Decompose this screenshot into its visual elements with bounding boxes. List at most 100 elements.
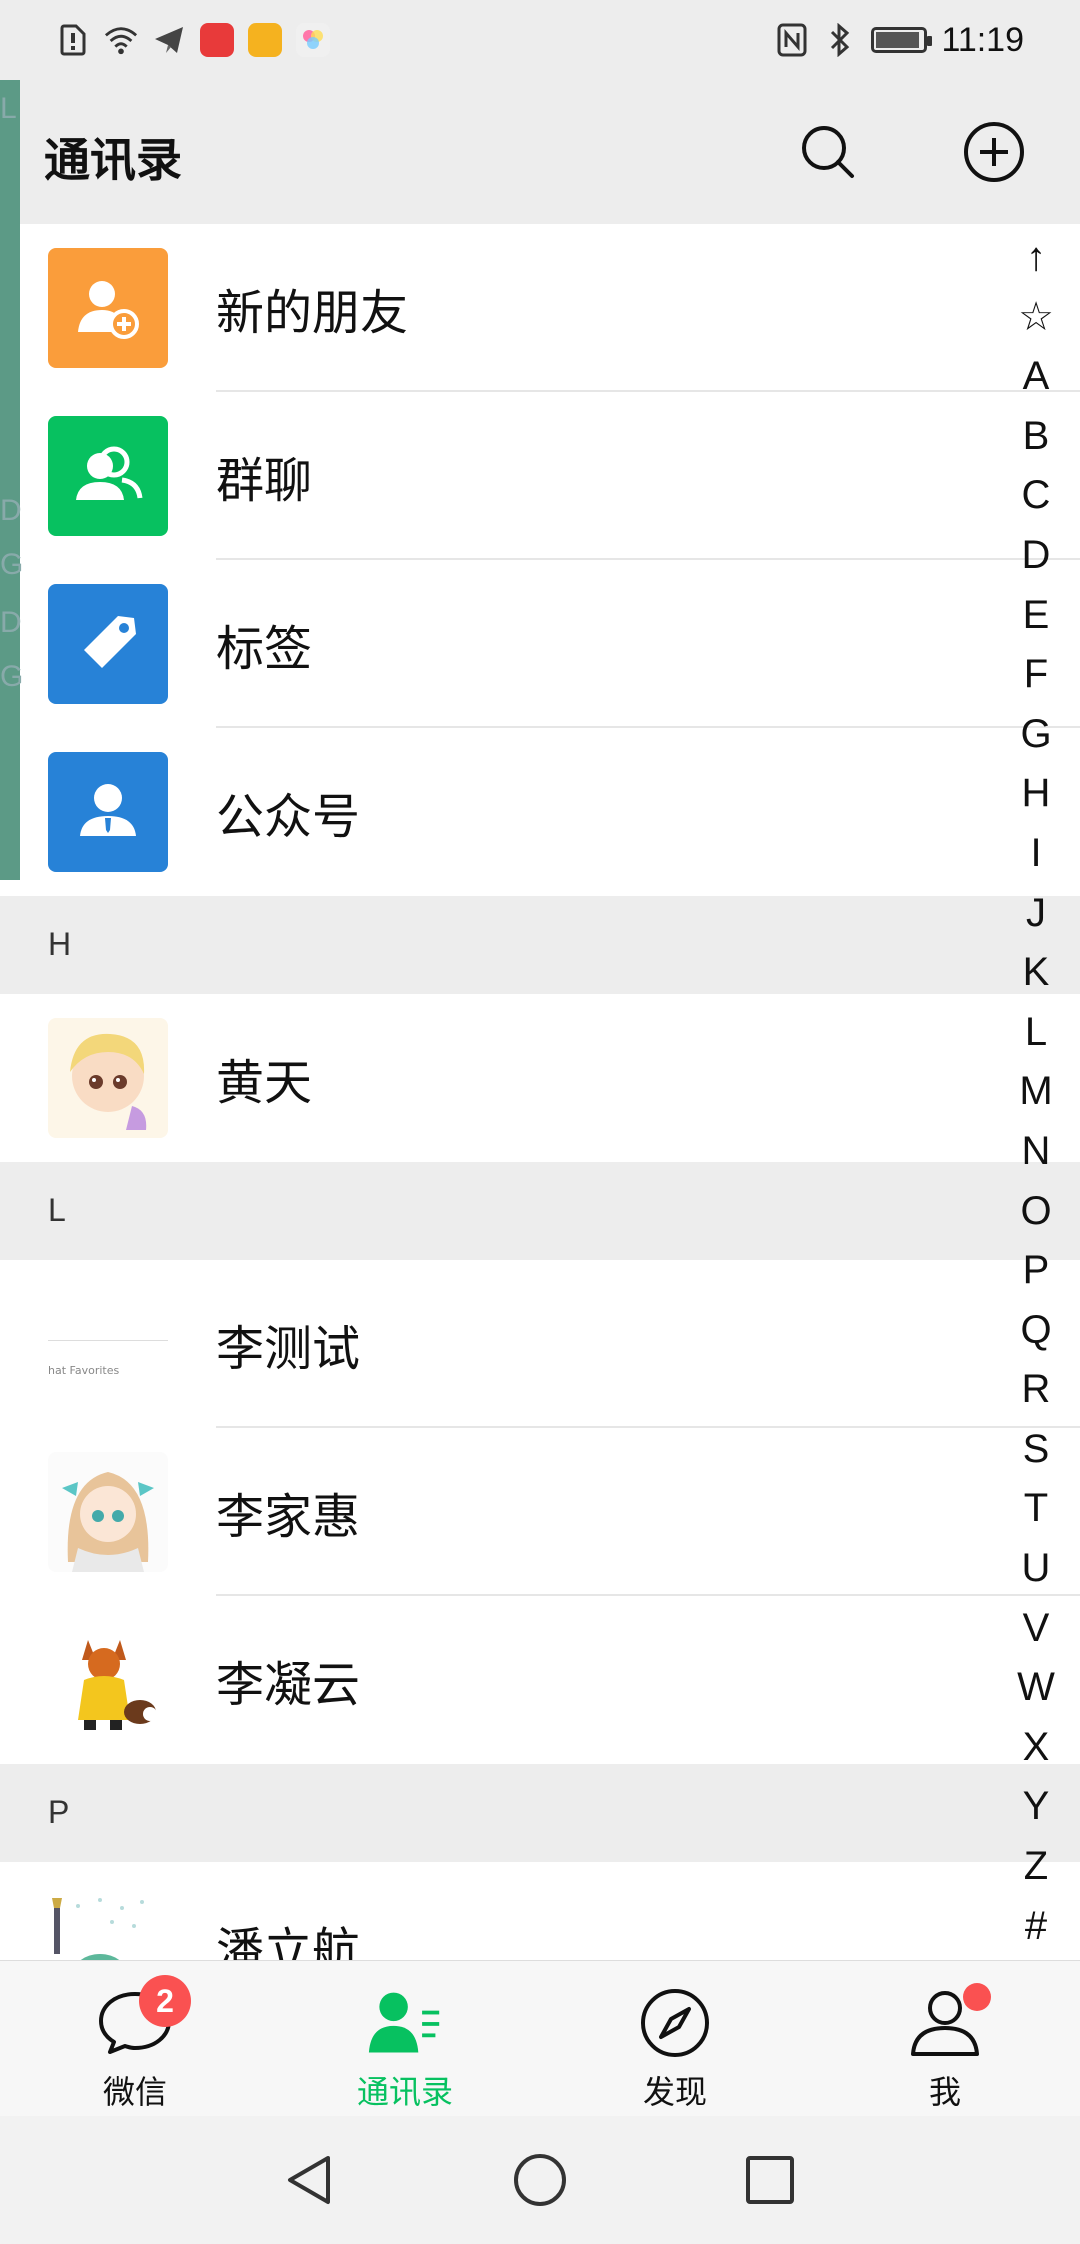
battery-level: [876, 32, 919, 48]
add-friend-icon: [78, 281, 139, 339]
edge-letter: L: [0, 92, 17, 125]
tag-icon: [84, 616, 136, 668]
new-friends-row[interactable]: 新的朋友: [0, 224, 1080, 392]
tags-tile: [48, 584, 168, 704]
tab-contacts[interactable]: 通讯录: [270, 1961, 540, 2116]
alert-icon: [56, 23, 90, 57]
home-button[interactable]: [504, 2144, 576, 2216]
compass-icon: [641, 1989, 709, 2057]
tab-me[interactable]: 我: [810, 1961, 1080, 2116]
contact-row[interactable]: 李凝云: [0, 1596, 1080, 1764]
contact-list[interactable]: 新的朋友 群聊 标签 公众号 H 黄天 L hat Favorites 李测试 …: [0, 224, 1080, 1960]
index-letter[interactable]: M: [1019, 1062, 1052, 1122]
status-left-icons: [56, 20, 330, 60]
section-letter: P: [48, 1794, 70, 1830]
add-button[interactable]: [962, 120, 1026, 184]
index-letter[interactable]: H: [1022, 764, 1051, 824]
fox-avatar: [48, 1620, 168, 1740]
index-letter[interactable]: I: [1030, 824, 1041, 884]
screenshot-avatar: hat Favorites: [48, 1284, 168, 1404]
index-letter[interactable]: P: [1023, 1241, 1050, 1301]
tab-label: 我: [928, 2073, 961, 2111]
index-letter[interactable]: X: [1023, 1718, 1050, 1778]
index-letter[interactable]: N: [1022, 1122, 1051, 1182]
search-button[interactable]: [796, 120, 860, 184]
wifi-icon: [104, 23, 138, 57]
index-letter[interactable]: A: [1023, 347, 1050, 407]
tab-label: 发现: [642, 2073, 707, 2111]
index-letter[interactable]: Z: [1024, 1837, 1048, 1897]
official-accounts-tile: [48, 752, 168, 872]
official-account-icon: [80, 784, 136, 836]
plus-circle-icon: [964, 122, 1024, 182]
tab-discover[interactable]: 发现: [540, 1961, 810, 2116]
tags-label: 标签: [216, 621, 313, 677]
index-letter[interactable]: ↑: [1026, 228, 1046, 288]
index-letter[interactable]: G: [1020, 705, 1051, 765]
contact-name: 李凝云: [216, 1657, 361, 1713]
tab-chats[interactable]: 2 微信: [0, 1961, 270, 2116]
yellow-app-icon: [248, 23, 282, 57]
group-chats-row[interactable]: 群聊: [0, 392, 1080, 560]
photos-icon: [296, 23, 330, 57]
official-accounts-row[interactable]: 公众号: [0, 728, 1080, 896]
dinosaur-avatar: [48, 1886, 168, 1960]
index-letter[interactable]: O: [1020, 1182, 1051, 1242]
index-letter[interactable]: T: [1024, 1479, 1048, 1539]
section-header-h: H: [0, 896, 1080, 994]
page-title: 通讯录: [44, 133, 182, 187]
index-letter[interactable]: C: [1022, 466, 1051, 526]
contact-name: 李测试: [216, 1321, 361, 1377]
index-letter[interactable]: E: [1023, 586, 1050, 646]
anime-girl-avatar: [48, 1452, 168, 1572]
contact-row[interactable]: 潘立航: [0, 1862, 1080, 1960]
contact-row[interactable]: hat Favorites 李测试: [0, 1260, 1080, 1428]
section-header-l: L: [0, 1162, 1080, 1260]
anime-boy-avatar: [48, 1018, 168, 1138]
contact-row[interactable]: 李家惠: [0, 1428, 1080, 1596]
back-button[interactable]: [274, 2144, 346, 2216]
group-chats-label: 群聊: [216, 453, 313, 509]
index-letter[interactable]: V: [1023, 1599, 1050, 1659]
index-letter[interactable]: R: [1022, 1360, 1051, 1420]
index-letter[interactable]: W: [1017, 1658, 1055, 1718]
edge-letter: G: [0, 660, 24, 693]
official-accounts-label: 公众号: [216, 789, 361, 845]
home-icon: [514, 2154, 566, 2206]
telegram-icon: [152, 23, 186, 57]
edge-letter: D: [0, 606, 22, 639]
index-letter[interactable]: J: [1026, 884, 1046, 944]
unread-badge: 2: [139, 1975, 191, 2027]
index-letter[interactable]: L: [1025, 1003, 1047, 1063]
index-letter[interactable]: ☆: [1018, 288, 1054, 348]
tags-row[interactable]: 标签: [0, 560, 1080, 728]
index-letter[interactable]: Y: [1023, 1777, 1050, 1837]
index-letter[interactable]: K: [1023, 943, 1050, 1003]
tab-label: 通讯录: [356, 2073, 453, 2111]
battery-icon: [871, 27, 933, 53]
nfc-icon: [775, 23, 809, 57]
contacts-header: 通讯录: [0, 80, 1080, 224]
recents-icon: [746, 2156, 794, 2204]
index-letter[interactable]: Q: [1020, 1301, 1051, 1361]
edge-letter: G: [0, 548, 24, 581]
bluetooth-icon: [823, 23, 857, 57]
status-right-icons: 11:19: [775, 18, 1024, 62]
index-letter[interactable]: D: [1022, 526, 1051, 586]
contact-name: 潘立航: [216, 1923, 361, 1960]
index-letter[interactable]: B: [1023, 407, 1050, 467]
huawei-store-icon: [200, 23, 234, 57]
index-letter[interactable]: S: [1023, 1420, 1050, 1480]
tab-label: 微信: [102, 2073, 167, 2111]
index-letter[interactable]: U: [1022, 1539, 1051, 1599]
system-navigation-bar: [0, 2116, 1080, 2244]
index-letter[interactable]: F: [1024, 645, 1048, 705]
group-chats-tile: [48, 416, 168, 536]
contacts-icon: [368, 1992, 440, 2053]
bottom-tab-bar: 2 微信 通讯录 发现 我: [0, 1960, 1080, 2116]
contact-row[interactable]: 黄天: [0, 994, 1080, 1162]
alphabet-index[interactable]: ↑ ☆ A B C D E F G H I J K L M N O P Q R S T U V W X Y Z #: [1006, 228, 1066, 1956]
recents-button[interactable]: [734, 2144, 806, 2216]
side-overlay-strip: [0, 80, 20, 880]
index-letter[interactable]: #: [1025, 1897, 1047, 1957]
